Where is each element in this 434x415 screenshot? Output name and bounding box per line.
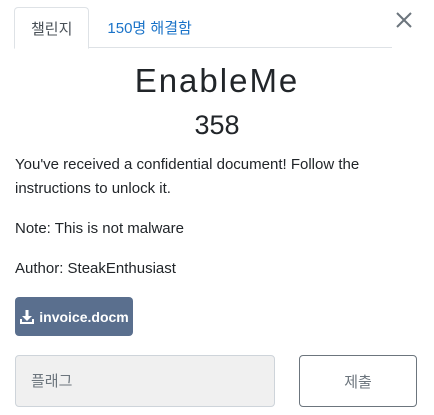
challenge-description: You've received a confidential document!… bbox=[15, 156, 360, 197]
challenge-author: Author: SteakEnthusiast bbox=[15, 260, 176, 277]
tab-challenge-label: 챌린지 bbox=[31, 20, 73, 38]
tab-challenge[interactable]: 챌린지 bbox=[14, 7, 90, 49]
tab-solves-label: 150명 해결함 bbox=[107, 20, 192, 37]
file-name: invoice.docm bbox=[39, 308, 129, 325]
challenge-points: 358 bbox=[194, 110, 240, 140]
submit-button[interactable]: 제출 bbox=[299, 355, 417, 407]
challenge-title: EnableMe bbox=[134, 62, 300, 99]
tab-solves[interactable]: 150명 해결함 bbox=[89, 7, 207, 48]
flag-input[interactable] bbox=[15, 355, 275, 407]
download-icon bbox=[20, 309, 35, 324]
file-download-button[interactable]: invoice.docm bbox=[15, 297, 133, 336]
challenge-note: Note: This is not malware bbox=[15, 220, 184, 237]
challenge-modal: 챌린지 150명 해결함 EnableMe 358 You've receive… bbox=[0, 0, 434, 415]
tab-bar: 챌린지 150명 해결함 bbox=[14, 7, 392, 49]
close-button[interactable] bbox=[392, 8, 416, 32]
close-icon bbox=[396, 12, 412, 28]
